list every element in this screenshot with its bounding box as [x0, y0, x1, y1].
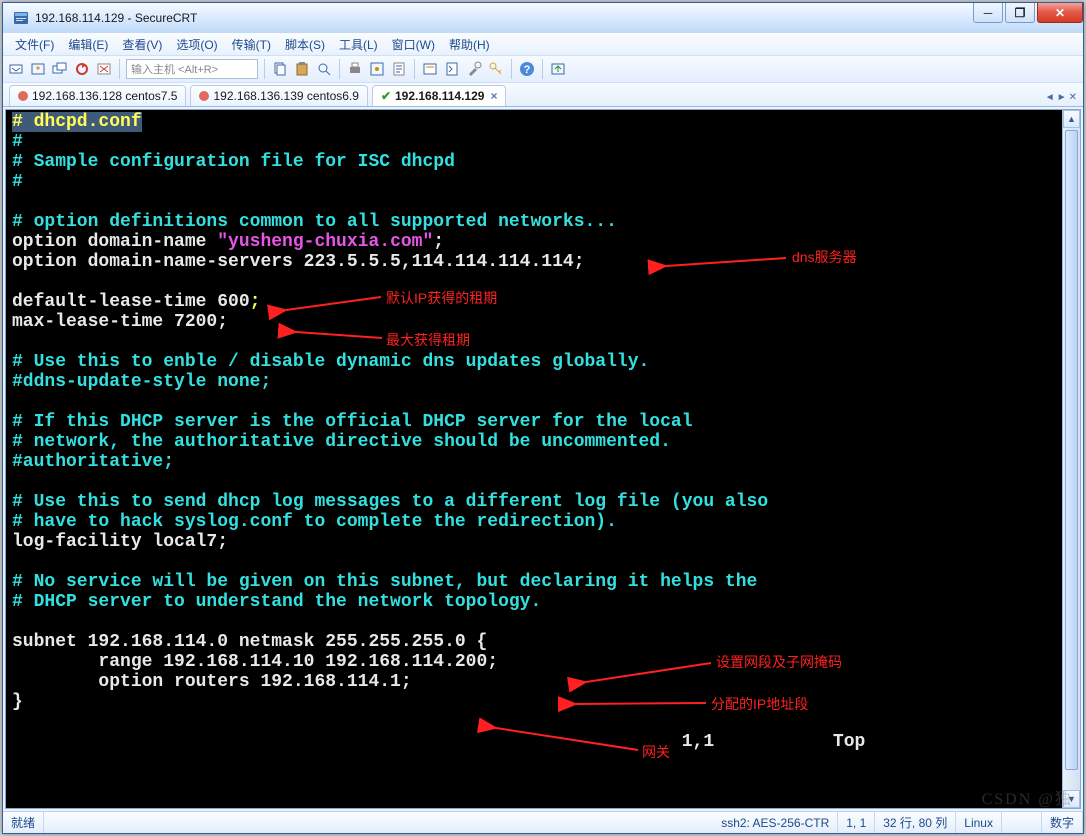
host-placeholder: 输入主机 <Alt+R> — [131, 61, 218, 77]
window-title: 192.168.114.129 - SecureCRT — [35, 11, 197, 25]
status-position: 1, 1 — [838, 812, 875, 833]
log-icon[interactable] — [390, 60, 408, 78]
svg-text:?: ? — [524, 64, 531, 76]
status-size: 32 行, 80 列 — [875, 812, 956, 833]
scrollbar[interactable]: ▲ ▼ — [1062, 110, 1080, 808]
tab-label: 192.168.136.139 centos6.9 — [213, 89, 358, 103]
menu-tools[interactable]: 工具(L) — [333, 34, 384, 55]
terminal-pane[interactable]: # dhcpd.conf # # Sample configuration fi… — [5, 109, 1081, 809]
annotation-max-lease: 最大获得租期 — [386, 330, 470, 350]
key-icon[interactable] — [487, 60, 505, 78]
menu-bar: 文件(F) 编辑(E) 查看(V) 选项(O) 传输(T) 脚本(S) 工具(L… — [3, 33, 1083, 55]
scroll-up-icon[interactable]: ▲ — [1063, 110, 1080, 128]
quick-connect-icon[interactable] — [29, 60, 47, 78]
new-session-icon[interactable] — [421, 60, 439, 78]
annotation-gateway: 网关 — [642, 742, 670, 762]
print-icon[interactable] — [346, 60, 364, 78]
tools-icon[interactable] — [465, 60, 483, 78]
menu-help[interactable]: 帮助(H) — [443, 34, 496, 55]
annotation-default-lease: 默认IP获得的租期 — [386, 288, 497, 308]
status-extra: 数字 — [1042, 812, 1083, 833]
terminal-content[interactable]: # dhcpd.conf # # Sample configuration fi… — [6, 110, 1062, 808]
status-ready: 就绪 — [3, 812, 44, 833]
connect-icon[interactable] — [7, 60, 25, 78]
tab-label: 192.168.136.128 centos7.5 — [32, 89, 177, 103]
options-icon[interactable] — [368, 60, 386, 78]
annotation-subnet: 设置网段及子网掩码 — [716, 652, 842, 672]
status-dot-icon — [18, 91, 28, 101]
tab-label: 192.168.114.129 — [395, 89, 484, 103]
menu-edit[interactable]: 编辑(E) — [62, 34, 114, 55]
scroll-thumb[interactable] — [1065, 130, 1078, 770]
close-button[interactable]: ✕ — [1037, 3, 1083, 23]
reconnect-icon[interactable] — [73, 60, 91, 78]
disconnect-icon[interactable] — [95, 60, 113, 78]
tab-session-2[interactable]: 192.168.136.139 centos6.9 — [190, 85, 367, 106]
menu-transfer[interactable]: 传输(T) — [226, 34, 277, 55]
menu-view[interactable]: 查看(V) — [116, 34, 168, 55]
minimize-button[interactable]: ─ — [973, 3, 1003, 23]
app-icon — [13, 10, 29, 26]
host-input[interactable]: 输入主机 <Alt+R> — [126, 59, 258, 79]
find-icon[interactable] — [315, 60, 333, 78]
annotation-range: 分配的IP地址段 — [711, 694, 808, 714]
toolbar: 输入主机 <Alt+R> ? — [3, 55, 1083, 83]
help-icon[interactable]: ? — [518, 60, 536, 78]
script-icon[interactable] — [443, 60, 461, 78]
tab-session-1[interactable]: 192.168.136.128 centos7.5 — [9, 85, 186, 106]
menu-script[interactable]: 脚本(S) — [279, 34, 331, 55]
menu-file[interactable]: 文件(F) — [9, 34, 60, 55]
tab-nav: ◄ ► ✕ — [1045, 92, 1077, 106]
status-bar: 就绪 ssh2: AES-256-CTR 1, 1 32 行, 80 列 Lin… — [3, 811, 1083, 833]
menu-options[interactable]: 选项(O) — [170, 34, 223, 55]
sessions-icon[interactable] — [51, 60, 69, 78]
paste-icon[interactable] — [293, 60, 311, 78]
annotation-dns: dns服务器 — [792, 247, 857, 267]
tab-session-3[interactable]: ✔ 192.168.114.129 × — [372, 85, 507, 106]
status-cipher: ssh2: AES-256-CTR — [713, 812, 838, 833]
check-icon: ✔ — [381, 89, 391, 103]
copy-icon[interactable] — [271, 60, 289, 78]
status-dot-icon — [199, 91, 209, 101]
sftp-icon[interactable] — [549, 60, 567, 78]
watermark: CSDN @独 — [982, 785, 1073, 809]
status-os: Linux — [956, 812, 1002, 833]
tab-close-icon[interactable]: × — [490, 89, 497, 103]
app-window: 192.168.114.129 - SecureCRT ─ ❐ ✕ 文件(F) … — [2, 2, 1084, 834]
menu-window[interactable]: 窗口(W) — [386, 34, 441, 55]
maximize-button[interactable]: ❐ — [1005, 3, 1035, 23]
tab-prev-icon[interactable]: ◄ — [1045, 92, 1055, 103]
tab-bar: 192.168.136.128 centos7.5 192.168.136.13… — [3, 83, 1083, 107]
title-bar[interactable]: 192.168.114.129 - SecureCRT ─ ❐ ✕ — [3, 3, 1083, 33]
tab-close-all-icon[interactable]: ✕ — [1069, 92, 1077, 103]
tab-next-icon[interactable]: ► — [1057, 92, 1067, 103]
